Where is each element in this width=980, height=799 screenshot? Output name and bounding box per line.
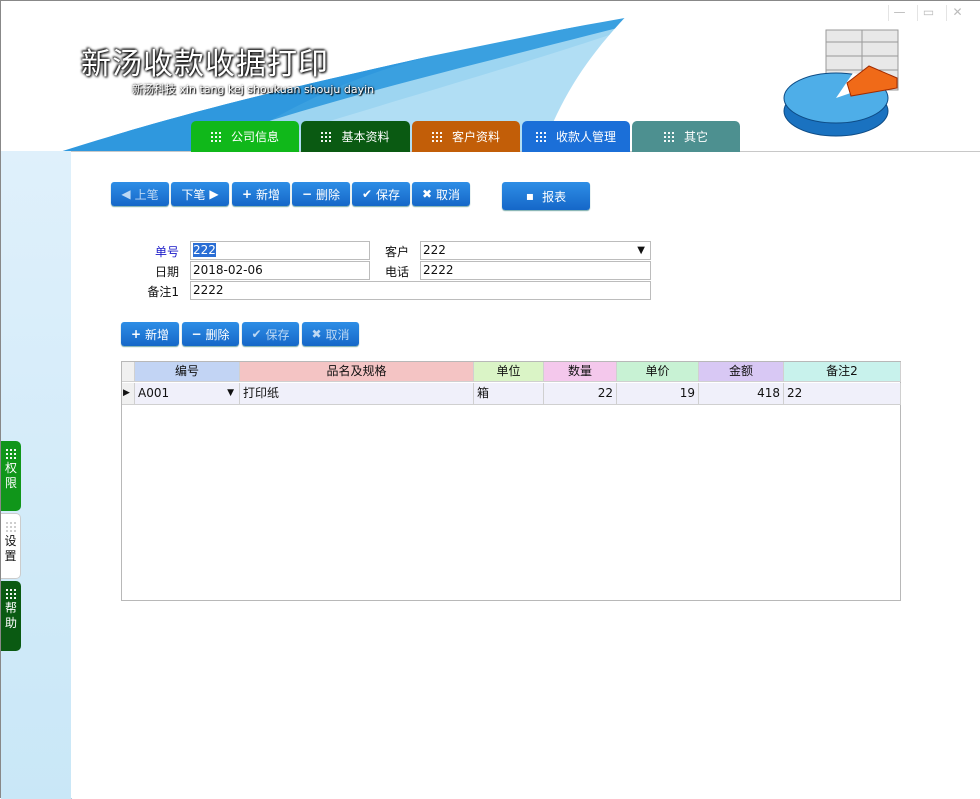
grid-icon — [431, 131, 442, 142]
cell-code[interactable]: A001 ▼ — [135, 383, 240, 405]
side-tab-permissions[interactable]: 权限 — [1, 441, 21, 511]
button-label: 新增 — [145, 327, 170, 342]
tab-company-info[interactable]: 公司信息 — [191, 121, 299, 152]
date-input[interactable]: 2018-02-06 — [190, 261, 370, 280]
tab-label: 客户资料 — [451, 130, 500, 144]
button-label: 下笔 — [181, 187, 206, 202]
column-header-code[interactable]: 编号 — [135, 362, 240, 382]
detail-cancel-button[interactable]: ✖ 取消 — [302, 322, 359, 346]
detail-grid[interactable]: 编号 品名及规格 单位 数量 单价 金额 备注2 ▶ A001 ▼ 打印纸 箱 2… — [121, 361, 901, 601]
minus-icon: − — [191, 327, 202, 341]
document-icon: ▪ — [525, 189, 535, 203]
button-label: 取消 — [325, 327, 350, 342]
button-label: 取消 — [436, 187, 461, 202]
detail-save-button[interactable]: ✔ 保存 — [242, 322, 299, 346]
grid-icon — [210, 131, 221, 142]
cell-note2[interactable]: 22 — [784, 383, 901, 405]
button-label: 删除 — [205, 327, 230, 342]
tab-payee-management[interactable]: 收款人管理 — [522, 121, 630, 152]
column-header-quantity[interactable]: 数量 — [544, 362, 617, 382]
check-icon: ✔ — [251, 327, 262, 341]
current-row-indicator-icon: ▶ — [122, 383, 135, 405]
side-tab-settings[interactable]: 设置 — [1, 513, 21, 579]
cell-quantity[interactable]: 22 — [544, 383, 617, 405]
row-header-corner — [122, 362, 135, 382]
customer-label: 客户 — [384, 245, 409, 259]
date-label: 日期 — [154, 265, 179, 279]
phone-input[interactable]: 2222 — [420, 261, 651, 280]
side-tab-help[interactable]: 帮助 — [1, 581, 21, 651]
prev-record-button[interactable]: ◀ 上笔 — [111, 182, 169, 206]
customer-value: 222 — [423, 243, 446, 257]
column-header-price[interactable]: 单价 — [617, 362, 699, 382]
app-subtitle: 新汤科技 xin tang kej shoukuan shouju dayin — [132, 83, 375, 96]
cell-name-spec[interactable]: 打印纸 — [240, 383, 474, 405]
tab-other[interactable]: 其它 — [632, 121, 740, 152]
grid-icon — [321, 131, 332, 142]
triangle-left-icon: ◀ — [121, 187, 131, 201]
tab-basic-data[interactable]: 基本资料 — [301, 121, 410, 152]
side-tab-label: 权限 — [5, 461, 18, 490]
add-button[interactable]: + 新增 — [232, 182, 290, 206]
chevron-down-icon[interactable]: ▼ — [227, 383, 234, 404]
plus-icon: + — [130, 327, 142, 341]
app-window: 新汤收款收据打印 新汤科技 xin tang kej shoukuan shou… — [0, 0, 980, 799]
maximize-button[interactable]: ▭ — [917, 5, 939, 21]
column-header-note2[interactable]: 备注2 — [784, 362, 901, 382]
x-icon: ✖ — [311, 327, 322, 341]
button-label: 报表 — [542, 189, 567, 204]
order-no-input[interactable]: 222 — [190, 241, 370, 260]
grid-icon — [535, 131, 546, 142]
note1-label: 备注1 — [147, 285, 179, 299]
x-icon: ✖ — [421, 187, 433, 201]
button-label: 保存 — [265, 327, 290, 342]
grid-icon — [6, 589, 16, 599]
tab-label: 公司信息 — [230, 130, 279, 144]
tab-customer-data[interactable]: 客户资料 — [412, 121, 520, 152]
button-label: 保存 — [376, 187, 401, 202]
order-no-value: 222 — [193, 243, 216, 257]
side-tab-label: 设置 — [4, 534, 17, 563]
note1-input[interactable]: 2222 — [190, 281, 651, 300]
order-no-label: 单号 — [154, 245, 179, 259]
triangle-right-icon: ▶ — [209, 187, 219, 201]
tab-label: 基本资料 — [341, 130, 390, 144]
grid-icon — [6, 449, 16, 459]
report-button[interactable]: ▪ 报表 — [502, 182, 590, 210]
grid-icon — [5, 522, 16, 532]
button-label: 上笔 — [134, 187, 159, 202]
cancel-button[interactable]: ✖ 取消 — [412, 182, 470, 206]
tab-label: 收款人管理 — [555, 130, 616, 144]
chevron-down-icon: ▼ — [637, 245, 645, 256]
save-button[interactable]: ✔ 保存 — [352, 182, 410, 206]
minimize-button[interactable]: — — [888, 5, 910, 21]
side-tab-label: 帮助 — [5, 601, 18, 630]
detail-add-button[interactable]: + 新增 — [121, 322, 179, 346]
phone-label: 电话 — [384, 265, 409, 279]
customer-select[interactable]: 222 ▼ — [420, 241, 651, 260]
button-label: 删除 — [316, 187, 341, 202]
pie-chart-logo-icon — [783, 29, 899, 137]
detail-delete-button[interactable]: − 删除 — [182, 322, 239, 346]
tab-label: 其它 — [683, 130, 708, 144]
close-button[interactable]: ✕ — [946, 5, 968, 21]
grid-icon — [663, 131, 674, 142]
cell-amount[interactable]: 418 — [699, 383, 784, 405]
delete-button[interactable]: − 删除 — [292, 182, 350, 206]
column-header-amount[interactable]: 金额 — [699, 362, 784, 382]
plus-icon: + — [241, 187, 253, 201]
column-header-name-spec[interactable]: 品名及规格 — [240, 362, 474, 382]
column-header-unit[interactable]: 单位 — [474, 362, 544, 382]
minus-icon: − — [301, 187, 313, 201]
app-title: 新汤收款收据打印 — [81, 47, 329, 82]
cell-unit[interactable]: 箱 — [474, 383, 544, 405]
button-label: 新增 — [256, 187, 281, 202]
cell-price[interactable]: 19 — [617, 383, 699, 405]
check-icon: ✔ — [361, 187, 373, 201]
cell-code-value: A001 — [138, 386, 170, 400]
next-record-button[interactable]: 下笔 ▶ — [171, 182, 229, 206]
